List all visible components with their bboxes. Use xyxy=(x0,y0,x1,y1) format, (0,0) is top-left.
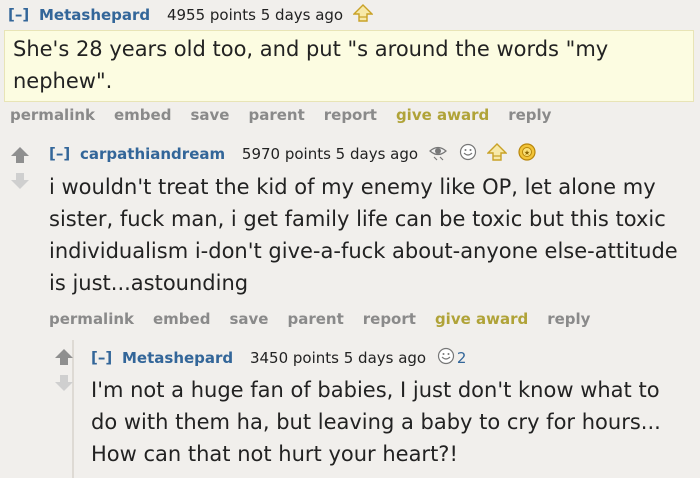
give-award-button[interactable]: give award xyxy=(396,106,489,124)
comment-tagline: [–] carpathiandream 5970 points 5 days a… xyxy=(49,143,537,165)
report-button[interactable]: report xyxy=(363,310,416,328)
save-button[interactable]: save xyxy=(190,106,229,124)
comment-body: She's 28 years old too, and put "s aroun… xyxy=(4,30,694,102)
svg-text:★: ★ xyxy=(524,149,530,157)
reply-button[interactable]: reply xyxy=(508,106,551,124)
save-button[interactable]: save xyxy=(229,310,268,328)
collapse-toggle[interactable]: [–] xyxy=(91,349,112,367)
embed-button[interactable]: embed xyxy=(153,310,210,328)
comment-body-text: i wouldn't treat the kid of my enemy lik… xyxy=(49,175,678,295)
give-award-button[interactable]: give award xyxy=(435,310,528,328)
permalink-button[interactable]: permalink xyxy=(49,310,134,328)
downvote-arrow-icon[interactable] xyxy=(54,374,74,396)
comment-tagline: [–] Metashepard 4955 points 5 days ago xyxy=(8,4,374,26)
parent-button[interactable]: parent xyxy=(248,106,304,124)
score-time: 4955 points 5 days ago xyxy=(166,5,344,24)
score-time: 3450 points 5 days ago xyxy=(249,348,427,367)
reply-button[interactable]: reply xyxy=(547,310,590,328)
upvote-outline-icon[interactable] xyxy=(352,4,374,26)
gold-award-icon[interactable]: ★ xyxy=(517,143,537,165)
comment-buttons: permalink embed save parent report give award… xyxy=(49,310,609,328)
comment-author[interactable]: Metashepard xyxy=(122,349,233,367)
comment-body-text: She's 28 years old too, and put "s aroun… xyxy=(13,37,609,93)
smile-award-icon[interactable] xyxy=(458,143,478,165)
eye-award-icon[interactable] xyxy=(428,143,448,165)
permalink-button[interactable]: permalink xyxy=(10,106,95,124)
upvote-arrow-icon[interactable] xyxy=(10,146,30,168)
comment-body: i wouldn't treat the kid of my enemy lik… xyxy=(49,171,695,299)
embed-button[interactable]: embed xyxy=(114,106,171,124)
comment-buttons: permalink embed save parent report give award… xyxy=(10,106,570,124)
comment-body: I'm not a huge fan of babies, I just don… xyxy=(91,374,691,474)
parent-button[interactable]: parent xyxy=(287,310,343,328)
comment-body-text: I'm not a huge fan of babies, I just don… xyxy=(91,378,661,466)
comment-author[interactable]: carpathiandream xyxy=(80,145,225,163)
collapse-toggle[interactable]: [–] xyxy=(8,6,29,24)
downvote-arrow-icon[interactable] xyxy=(10,172,30,194)
score-time: 5970 points 5 days ago xyxy=(241,144,419,163)
report-button[interactable]: report xyxy=(324,106,377,124)
collapse-toggle[interactable]: [–] xyxy=(49,145,70,163)
award-count: 2 xyxy=(456,348,467,367)
upvote-outline-icon[interactable] xyxy=(486,143,509,165)
comment-author[interactable]: Metashepard xyxy=(39,6,150,24)
smile-award-icon[interactable] xyxy=(436,347,456,369)
comment-tagline: [–] Metashepard 3450 points 5 days ago 2 xyxy=(91,347,466,369)
upvote-arrow-icon[interactable] xyxy=(54,348,74,370)
